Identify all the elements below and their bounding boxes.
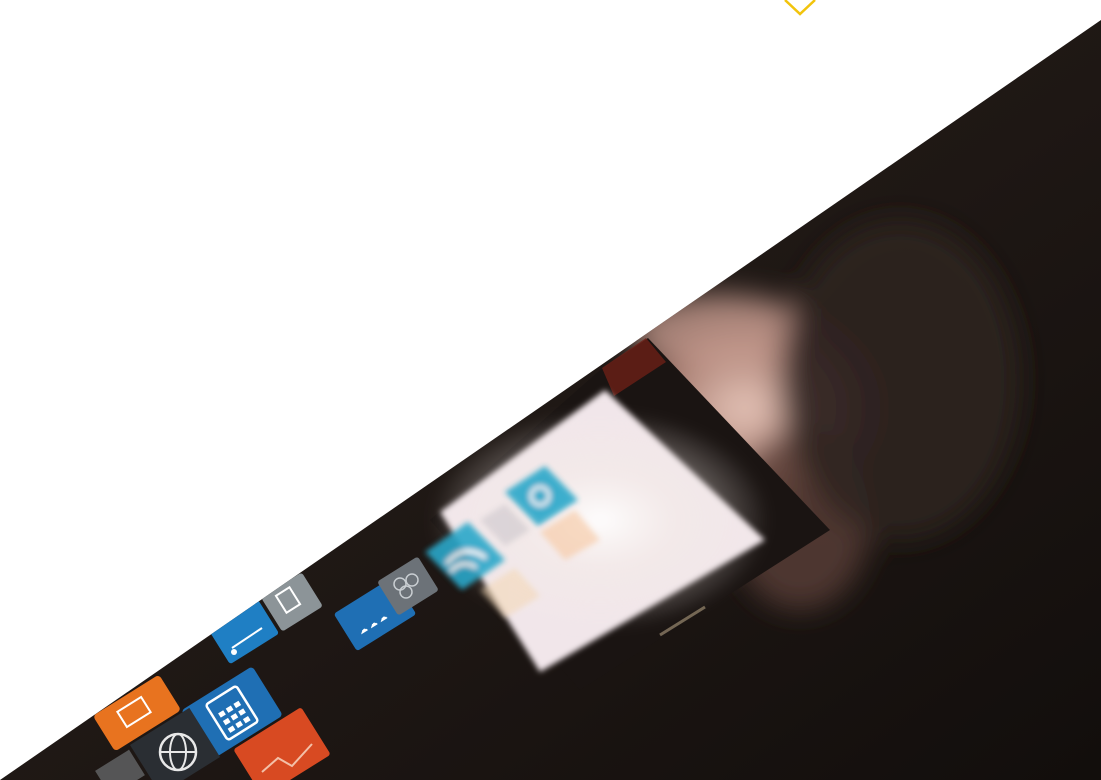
accent-corner-mark [784,0,816,16]
photo-collage: ☁ ☁ ☁ [0,0,1101,780]
photo-region: ☁ ☁ ☁ [0,20,1101,780]
photo-scene: ☁ ☁ ☁ [0,0,1101,780]
